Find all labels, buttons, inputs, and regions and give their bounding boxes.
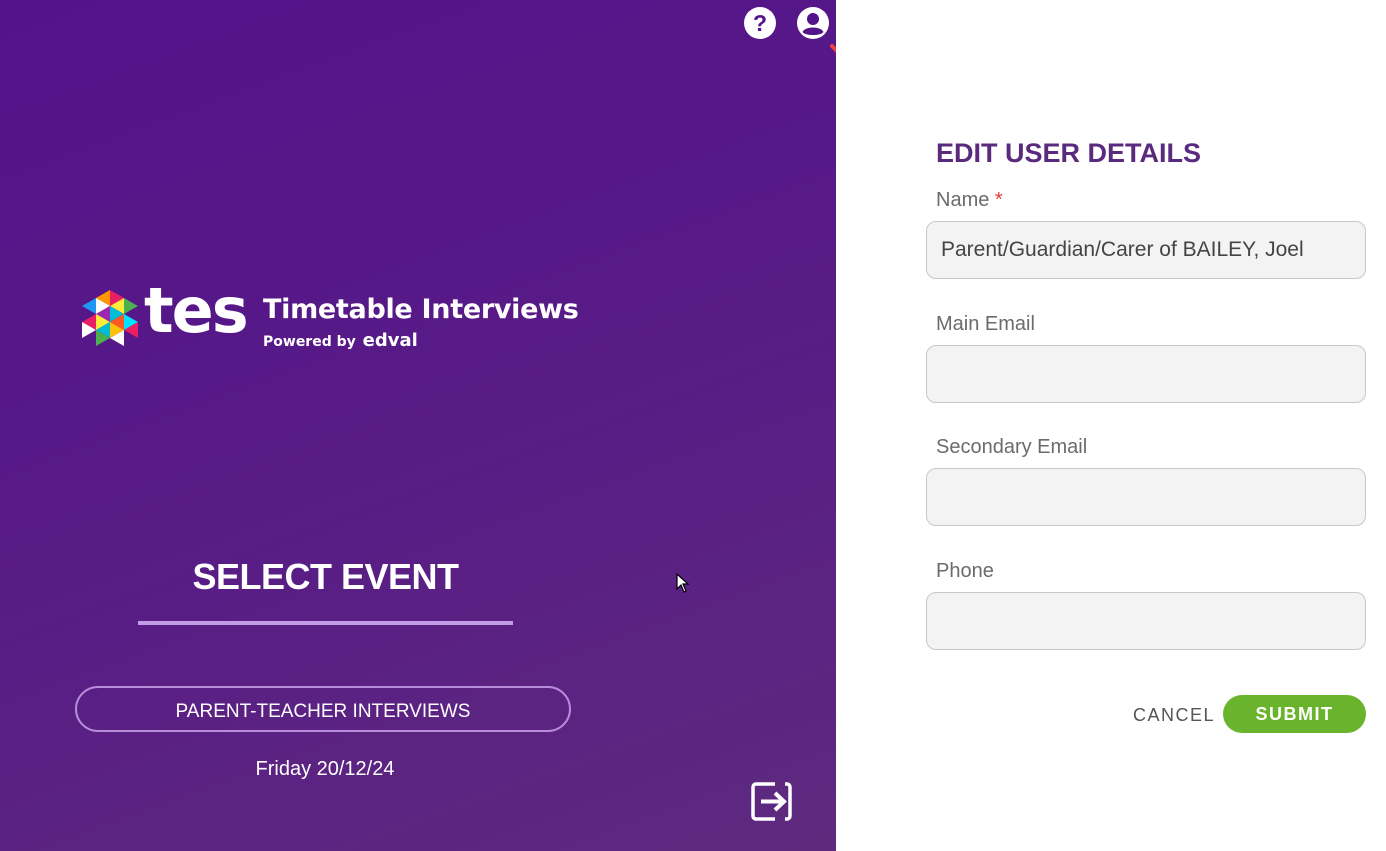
powered-by: Powered by edval	[263, 330, 418, 351]
main-email-field[interactable]	[926, 345, 1366, 403]
select-event-heading: SELECT EVENT	[192, 556, 459, 597]
secondary-email-label: Secondary Email	[936, 436, 1088, 458]
phone-field[interactable]	[926, 592, 1366, 650]
cancel-button[interactable]: CANCEL	[1126, 697, 1222, 733]
svg-text:?: ?	[753, 10, 767, 36]
secondary-email-field[interactable]	[926, 468, 1366, 526]
name-label: Name *	[936, 189, 1003, 212]
mouse-cursor-icon	[676, 573, 690, 593]
name-label-text: Name	[936, 189, 990, 211]
event-panel: ? tes Timetable Interviews Powered by ed…	[0, 0, 836, 851]
name-field[interactable]	[926, 221, 1366, 279]
product-name: Timetable Interviews	[263, 294, 579, 325]
account-circle-icon[interactable]	[796, 6, 830, 40]
brand-logo: tes Timetable Interviews Powered by edva…	[80, 274, 600, 351]
heading-underline	[138, 621, 513, 625]
powered-by-text: Powered by	[263, 334, 356, 350]
main-email-label: Main Email	[936, 313, 1035, 335]
tes-logo-mark-icon	[82, 290, 138, 346]
logo-wordmark: tes	[144, 274, 249, 347]
event-date: Friday 20/12/24	[255, 758, 395, 780]
submit-button[interactable]: SUBMIT	[1223, 695, 1366, 733]
powered-brand: edval	[362, 330, 418, 351]
edit-user-panel: EDIT USER DETAILS Name * Main Email Seco…	[836, 0, 1386, 851]
help-circle-icon[interactable]: ?	[743, 6, 777, 40]
phone-label: Phone	[936, 560, 994, 582]
logout-icon[interactable]	[751, 782, 792, 821]
required-marker: *	[994, 189, 1003, 211]
form-title: EDIT USER DETAILS	[936, 138, 1202, 168]
event-button-parent-teacher-interviews[interactable]: PARENT-TEACHER INTERVIEWS	[75, 686, 571, 732]
